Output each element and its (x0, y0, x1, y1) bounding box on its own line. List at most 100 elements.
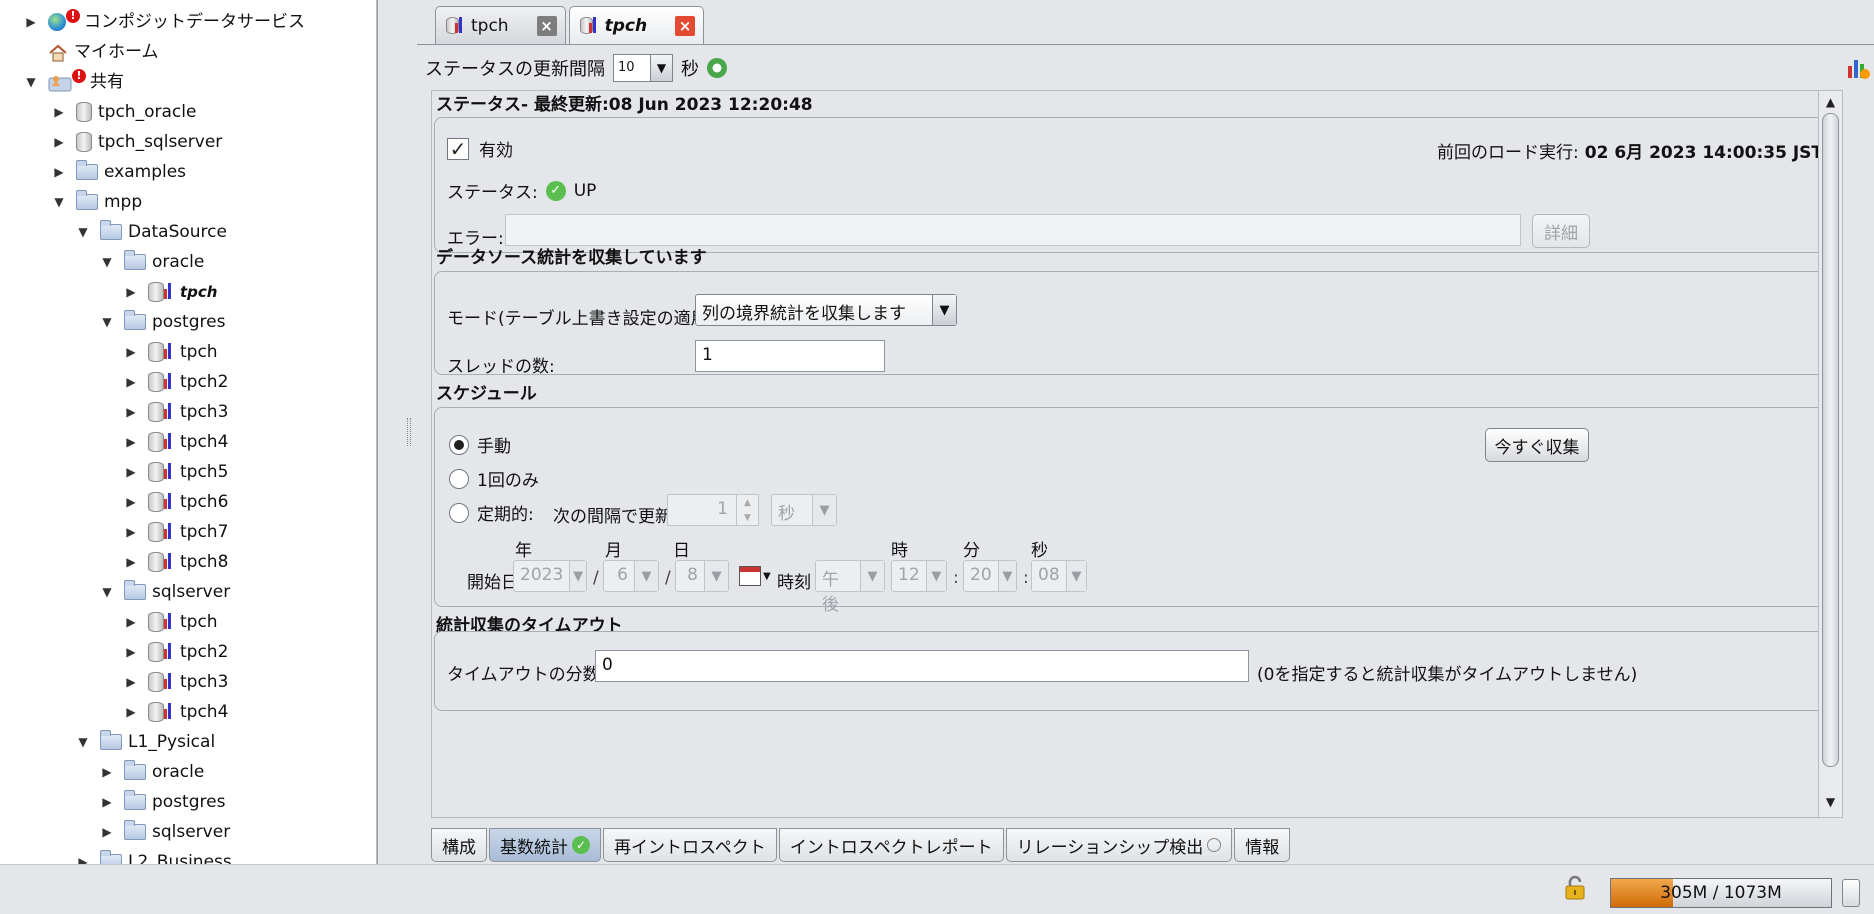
tree-item[interactable]: ▶ tpch (124, 278, 217, 306)
calendar-picker[interactable]: ▼ (739, 566, 771, 586)
year-select[interactable]: 2023 ▼ (513, 560, 587, 592)
tree-item[interactable]: ▶ sqlserver (100, 818, 230, 846)
error-field[interactable] (505, 214, 1521, 246)
tree-item[interactable]: マイホーム (24, 38, 159, 66)
periodic-option[interactable]: 定期的: (449, 500, 534, 525)
expand-arrow-icon[interactable]: ▶ (52, 158, 66, 186)
chevron-down-icon[interactable]: ▼ (634, 561, 658, 591)
chevron-down-icon[interactable]: ▼ (932, 295, 956, 325)
close-icon[interactable]: × (536, 15, 557, 36)
tree-item[interactable]: ▶ postgres (100, 788, 225, 816)
enabled-checkbox[interactable]: ✓ (447, 137, 469, 160)
stepper-down-icon[interactable]: ▼ (737, 510, 758, 525)
interval-unit-select[interactable]: 秒 ▼ (771, 494, 837, 526)
chevron-down-icon[interactable]: ▼ (860, 561, 884, 591)
close-icon[interactable]: × (675, 15, 696, 36)
hour-select[interactable]: 12 ▼ (891, 560, 947, 592)
once-option[interactable]: 1回のみ (449, 466, 539, 491)
garbage-collect-icon[interactable] (1842, 879, 1860, 907)
tree-item[interactable]: ▼ postgres (100, 308, 225, 336)
tree-item[interactable]: ▶ tpch (124, 608, 218, 636)
tree-item[interactable]: ▶ tpch4 (124, 698, 228, 726)
lock-icon[interactable] (1562, 875, 1588, 901)
tree-item[interactable]: ▼ DataSource (76, 218, 227, 246)
tree-item[interactable]: ▼ oracle (100, 248, 204, 276)
chevron-down-icon[interactable]: ▼ (1065, 561, 1086, 591)
periodic-radio[interactable] (449, 502, 469, 523)
collapse-arrow-icon[interactable]: ▼ (52, 188, 66, 216)
expand-arrow-icon[interactable]: ▶ (100, 758, 114, 786)
expand-arrow-icon[interactable]: ▶ (24, 8, 38, 36)
expand-arrow-icon[interactable]: ▶ (124, 638, 138, 666)
tree-item[interactable]: ▶ tpch3 (124, 668, 228, 696)
tree-item[interactable]: ▶ tpch (124, 338, 218, 366)
second-select[interactable]: 08 ▼ (1031, 560, 1087, 592)
splitter-grip[interactable] (407, 418, 411, 446)
scroll-thumb[interactable] (1822, 113, 1839, 767)
tree-item[interactable]: ▶ tpch_sqlserver (52, 128, 222, 156)
scroll-down-arrow-icon[interactable]: ▼ (377, 836, 378, 858)
minute-select[interactable]: 20 ▼ (963, 560, 1017, 592)
expand-arrow-icon[interactable]: ▶ (52, 128, 66, 156)
manual-option[interactable]: 手動 (449, 432, 511, 457)
tree-item[interactable]: ▶ tpch_oracle (52, 98, 196, 126)
chevron-down-icon[interactable]: ▼ (997, 561, 1016, 591)
expand-arrow-icon[interactable]: ▶ (124, 458, 138, 486)
tree-item[interactable]: ▼ L1_Pysical (76, 728, 215, 756)
collapse-arrow-icon[interactable]: ▼ (76, 218, 90, 246)
tree-item[interactable]: ▶ tpch5 (124, 458, 228, 486)
collapse-arrow-icon[interactable]: ▼ (24, 68, 38, 96)
tree-item[interactable]: ▶! コンポジットデータサービス (24, 8, 305, 36)
mode-select[interactable]: 列の境界統計を収集します ▼ (695, 294, 957, 326)
resource-tree[interactable]: ▶! コンポジットデータサービス マイホーム ▼! 共有 ▶ tpch_oracle ▶ tpc… (0, 0, 378, 864)
stepper-up-icon[interactable]: ▲ (737, 495, 758, 510)
pane-splitter[interactable] (379, 0, 417, 864)
tab-tpch-2[interactable]: tpch × (568, 6, 705, 44)
tree-item[interactable]: ▶ tpch2 (124, 368, 228, 396)
tab-introspect-report[interactable]: イントロスペクトレポート (778, 828, 1004, 862)
tree-item[interactable]: ▼! 共有 (24, 68, 124, 96)
tree-item[interactable]: ▼ sqlserver (100, 578, 230, 606)
interval-stepper[interactable]: 1 ▲ ▼ (667, 494, 759, 526)
expand-arrow-icon[interactable]: ▶ (124, 398, 138, 426)
timeout-field[interactable]: 0 (595, 650, 1249, 682)
once-radio[interactable] (449, 468, 469, 489)
tree-item[interactable]: ▶ L2_Business (76, 848, 232, 864)
expand-arrow-icon[interactable]: ▶ (124, 698, 138, 726)
refresh-icon[interactable] (707, 58, 727, 78)
tree-item[interactable]: ▶ oracle (100, 758, 204, 786)
tree-scrollbar[interactable]: ▲ ▼ (376, 0, 378, 864)
statistics-chart-icon[interactable] (1846, 56, 1870, 80)
chevron-down-icon[interactable]: ▼ (925, 561, 946, 591)
expand-arrow-icon[interactable]: ▶ (52, 98, 66, 126)
tree-item[interactable]: ▶ tpch4 (124, 428, 228, 456)
expand-arrow-icon[interactable]: ▶ (124, 428, 138, 456)
expand-arrow-icon[interactable]: ▶ (124, 518, 138, 546)
tree-item[interactable]: ▶ tpch2 (124, 638, 228, 666)
tab-info[interactable]: 情報 (1234, 828, 1291, 862)
collapse-arrow-icon[interactable]: ▼ (76, 728, 90, 756)
expand-arrow-icon[interactable]: ▶ (124, 548, 138, 576)
calendar-icon[interactable] (739, 566, 761, 586)
expand-arrow-icon[interactable]: ▶ (76, 848, 90, 864)
scroll-down-arrow-icon[interactable]: ▼ (1819, 791, 1842, 813)
chevron-down-icon[interactable]: ▼ (650, 55, 672, 81)
details-button[interactable]: 詳細 (1532, 214, 1590, 248)
tab-config[interactable]: 構成 (431, 828, 487, 862)
chevron-down-icon[interactable]: ▼ (812, 495, 836, 525)
threads-field[interactable]: 1 (695, 340, 885, 372)
expand-arrow-icon[interactable]: ▶ (100, 788, 114, 816)
expand-arrow-icon[interactable]: ▶ (124, 278, 138, 306)
tree-item[interactable]: ▶ examples (52, 158, 186, 186)
month-select[interactable]: 6 ▼ (603, 560, 659, 592)
collapse-arrow-icon[interactable]: ▼ (100, 248, 114, 276)
tab-reintrospect[interactable]: 再イントロスペクト (603, 828, 777, 862)
tree-item[interactable]: ▶ tpch3 (124, 398, 228, 426)
tree-item[interactable]: ▶ tpch8 (124, 548, 228, 576)
tab-relationship-discovery[interactable]: リレーションシップ検出 (1005, 828, 1233, 862)
ampm-select[interactable]: 午後 ▼ (815, 560, 885, 615)
expand-arrow-icon[interactable]: ▶ (124, 338, 138, 366)
collapse-arrow-icon[interactable]: ▼ (100, 578, 114, 606)
collapse-arrow-icon[interactable]: ▼ (100, 308, 114, 336)
scroll-up-arrow-icon[interactable]: ▲ (1819, 91, 1842, 113)
